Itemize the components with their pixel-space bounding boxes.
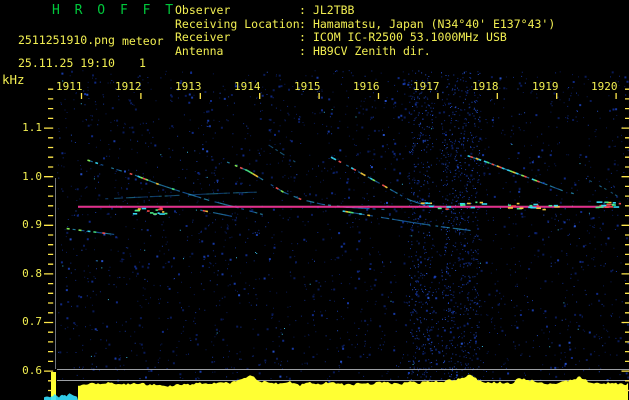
station-info-block: Observer: JL2TBB Receiving Location: Hamam… — [175, 3, 556, 59]
info-label: Antenna — [175, 43, 224, 58]
y-axis-unit-label: kHz — [2, 72, 25, 87]
x-tick-label: 1918 — [472, 80, 499, 93]
y-tick-label: 0.8 — [22, 267, 42, 280]
info-colon: : — [299, 30, 306, 44]
info-colon: : — [299, 16, 306, 31]
sequence-number: 1 — [139, 56, 146, 70]
info-label: Receiving Location — [175, 16, 300, 31]
y-tick-label: 0.9 — [22, 218, 42, 231]
y-tick-label: 1.1 — [22, 121, 42, 134]
info-row-antenna: Antenna: HB9CV Zenith dir. — [175, 43, 555, 59]
capture-datetime: 25.11.25 19:10 — [18, 56, 115, 70]
app-title: H R O F F T — [52, 3, 177, 18]
x-tick-label: 1919 — [532, 80, 559, 93]
info-value: JL2TBB — [312, 3, 355, 17]
info-colon: : — [299, 3, 306, 17]
x-tick-label: 1913 — [175, 80, 202, 93]
info-colon: : — [299, 43, 306, 58]
x-tick-label: 1911 — [56, 80, 83, 93]
info-value: HB9CV Zenith dir. — [312, 43, 431, 58]
x-tick-label: 1912 — [115, 80, 142, 93]
y-tick-label: 1.0 — [22, 170, 42, 183]
info-value: Hamamatsu, Japan (N34°40' E137°43') — [312, 16, 556, 31]
info-row-location: Receiving Location: Hamamatsu, Japan (N34… — [175, 16, 556, 32]
x-tick-label: 1915 — [294, 80, 321, 93]
y-tick-label: 0.7 — [22, 315, 42, 328]
mode-label: meteor — [122, 34, 164, 48]
info-label: Receiver — [175, 30, 231, 44]
info-value: ICOM IC-R2500 53.1000MHz USB — [312, 30, 507, 44]
capture-filename: 2511251910.png — [18, 33, 115, 47]
y-tick-label: 0.6 — [22, 364, 42, 377]
x-tick-label: 1917 — [413, 80, 440, 93]
x-tick-label: 1914 — [234, 80, 261, 93]
x-tick-label: 1920 — [591, 80, 618, 93]
info-label: Observer — [175, 3, 231, 17]
hrofft-spectrogram-screen: H R O F F T 2511251910.png meteor 25.11.… — [0, 0, 629, 400]
info-row-observer: Observer: JL2TBB — [175, 3, 555, 18]
x-tick-label: 1916 — [353, 80, 380, 93]
info-row-receiver: Receiver: ICOM IC-R2500 53.1000MHz USB — [175, 30, 555, 45]
